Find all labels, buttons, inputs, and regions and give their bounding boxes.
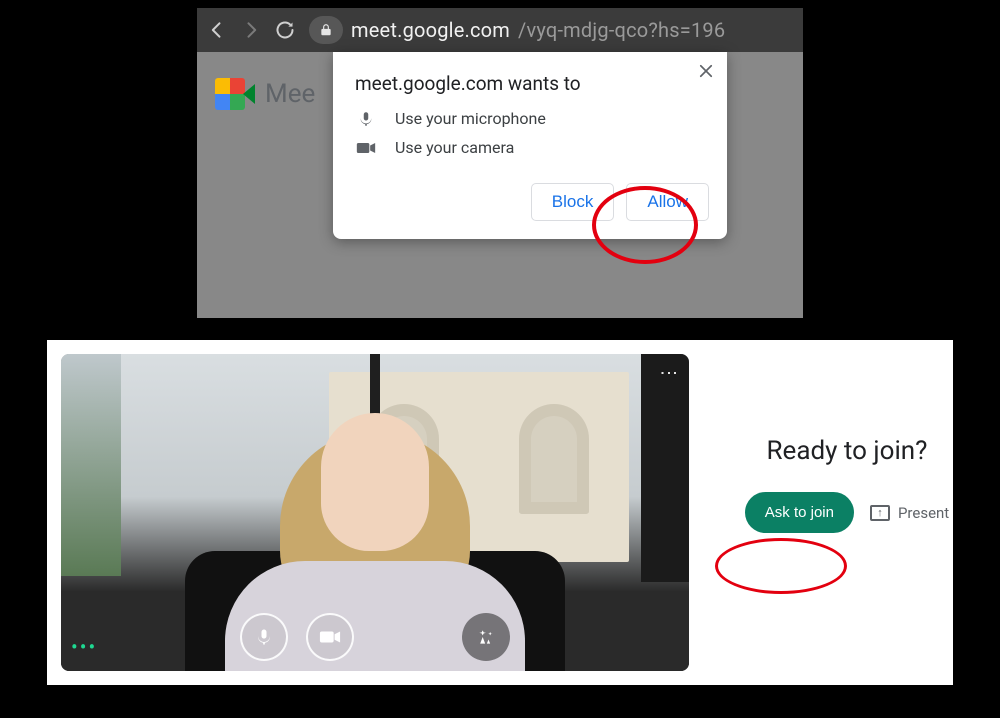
page-background: Mee meet.google.com wants to Use your mi… <box>197 52 803 318</box>
join-panel: Ready to join? Ask to join ↑ Present <box>727 436 967 533</box>
self-view: ⋮ ••• <box>61 354 689 671</box>
forward-icon[interactable] <box>241 20 261 40</box>
camera-icon <box>355 141 377 155</box>
allow-button[interactable]: Allow <box>626 183 709 221</box>
close-icon[interactable] <box>697 62 715 80</box>
browser-toolbar: meet.google.com/vyq-mdjg-qco?hs=196 <box>197 8 803 52</box>
block-button[interactable]: Block <box>531 183 615 221</box>
permission-title: meet.google.com wants to <box>355 72 709 95</box>
meet-logo: Mee <box>215 78 315 110</box>
permission-label: Use your microphone <box>395 109 546 128</box>
toggle-microphone-button[interactable] <box>240 613 288 661</box>
permission-row-camera: Use your camera <box>355 138 709 157</box>
lock-icon <box>309 16 343 44</box>
meet-logo-icon <box>215 78 255 110</box>
ask-to-join-button[interactable]: Ask to join <box>745 492 854 533</box>
present-icon: ↑ <box>870 505 890 521</box>
url-host: meet.google.com <box>351 18 510 42</box>
permission-row-microphone: Use your microphone <box>355 109 709 128</box>
present-label: Present <box>898 504 949 522</box>
url-path: /vyq-mdjg-qco?hs=196 <box>518 18 725 42</box>
apply-effects-button[interactable] <box>462 613 510 661</box>
meet-logo-text: Mee <box>265 79 315 109</box>
toggle-camera-button[interactable] <box>306 613 354 661</box>
more-options-icon[interactable]: ⋮ <box>658 364 679 384</box>
permission-screenshot: meet.google.com/vyq-mdjg-qco?hs=196 Mee … <box>197 8 803 318</box>
address-bar[interactable]: meet.google.com/vyq-mdjg-qco?hs=196 <box>309 16 793 44</box>
back-icon[interactable] <box>207 20 227 40</box>
preview-controls <box>61 613 689 661</box>
present-button[interactable]: ↑ Present <box>870 504 949 522</box>
reload-icon[interactable] <box>275 20 295 40</box>
join-heading: Ready to join? <box>727 436 967 466</box>
join-screenshot: ⋮ ••• Ready to join? Ask to join ↑ Prese… <box>47 340 953 685</box>
permission-dialog: meet.google.com wants to Use your microp… <box>333 52 727 239</box>
microphone-icon <box>355 110 377 128</box>
permission-label: Use your camera <box>395 138 514 157</box>
annotation-circle-icon <box>715 538 847 594</box>
